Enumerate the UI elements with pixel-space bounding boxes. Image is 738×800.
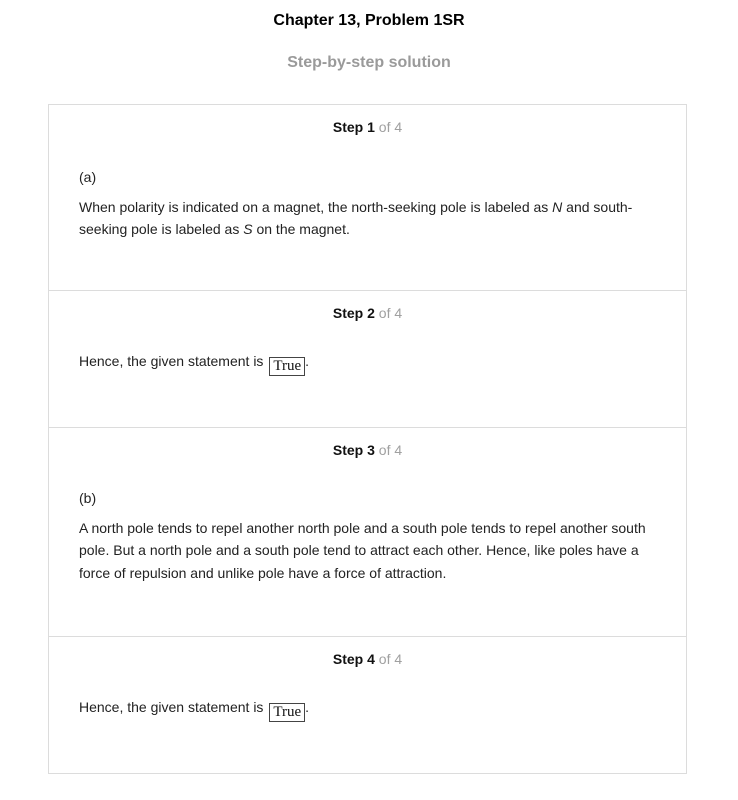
text-segment: .	[305, 699, 310, 715]
step-1-header: Step 1 of 4	[49, 119, 686, 135]
step-number: 1	[367, 119, 375, 135]
step-of-total: of 4	[378, 651, 403, 667]
step-of-total: of 4	[378, 119, 403, 135]
part-label: (b)	[79, 490, 97, 506]
step-3-text: A north pole tends to repel another nort…	[79, 519, 646, 581]
step-1-card: Step 1 of 4 (a) When polarity is indicat…	[49, 105, 686, 291]
answer-box: True	[269, 703, 306, 722]
step-2-header: Step 2 of 4	[49, 305, 686, 321]
text-segment: Hence, the given statement is	[79, 353, 264, 369]
page-subtitle: Step-by-step solution	[287, 54, 451, 71]
step-3-card: Step 3 of 4 (b) A north pole tends to re…	[49, 428, 686, 637]
step-word: Step	[332, 651, 364, 667]
step-of-total: of 4	[378, 442, 403, 458]
step-3-body: (b) A north pole tends to repel another …	[79, 487, 646, 584]
part-label: (a)	[79, 169, 97, 185]
step-4-header: Step 4 of 4	[49, 651, 686, 667]
step-4-text: Hence, the given statement is True.	[79, 696, 646, 722]
step-word: Step	[332, 305, 364, 321]
pole-symbol-n: N	[552, 198, 563, 215]
text-segment: on the magnet.	[252, 221, 350, 237]
step-word: Step	[332, 442, 364, 458]
step-word: Step	[332, 119, 364, 135]
page-title: Chapter 13, Problem 1SR	[273, 12, 465, 29]
answer-box: True	[269, 357, 306, 376]
text-segment: .	[305, 353, 310, 369]
step-number: 3	[367, 442, 375, 458]
step-2-card: Step 2 of 4 Hence, the given statement i…	[49, 291, 686, 428]
step-3-header: Step 3 of 4	[49, 442, 686, 458]
text-segment: When polarity is indicated on a magnet, …	[79, 198, 553, 215]
step-4-card: Step 4 of 4 Hence, the given statement i…	[49, 637, 686, 773]
step-1-body: (a) When polarity is indicated on a magn…	[79, 166, 646, 241]
solution-steps: Step 1 of 4 (a) When polarity is indicat…	[48, 104, 687, 774]
step-2-text: Hence, the given statement is True.	[79, 350, 646, 376]
step-2-body: Hence, the given statement is True.	[79, 350, 646, 376]
step-number: 2	[367, 305, 375, 321]
step-of-total: of 4	[378, 305, 403, 321]
pole-symbol-s: S	[243, 221, 253, 237]
step-1-text: When polarity is indicated on a magnet, …	[79, 196, 646, 241]
text-segment: Hence, the given statement is	[79, 699, 264, 715]
step-number: 4	[367, 651, 375, 667]
step-4-body: Hence, the given statement is True.	[79, 696, 646, 722]
